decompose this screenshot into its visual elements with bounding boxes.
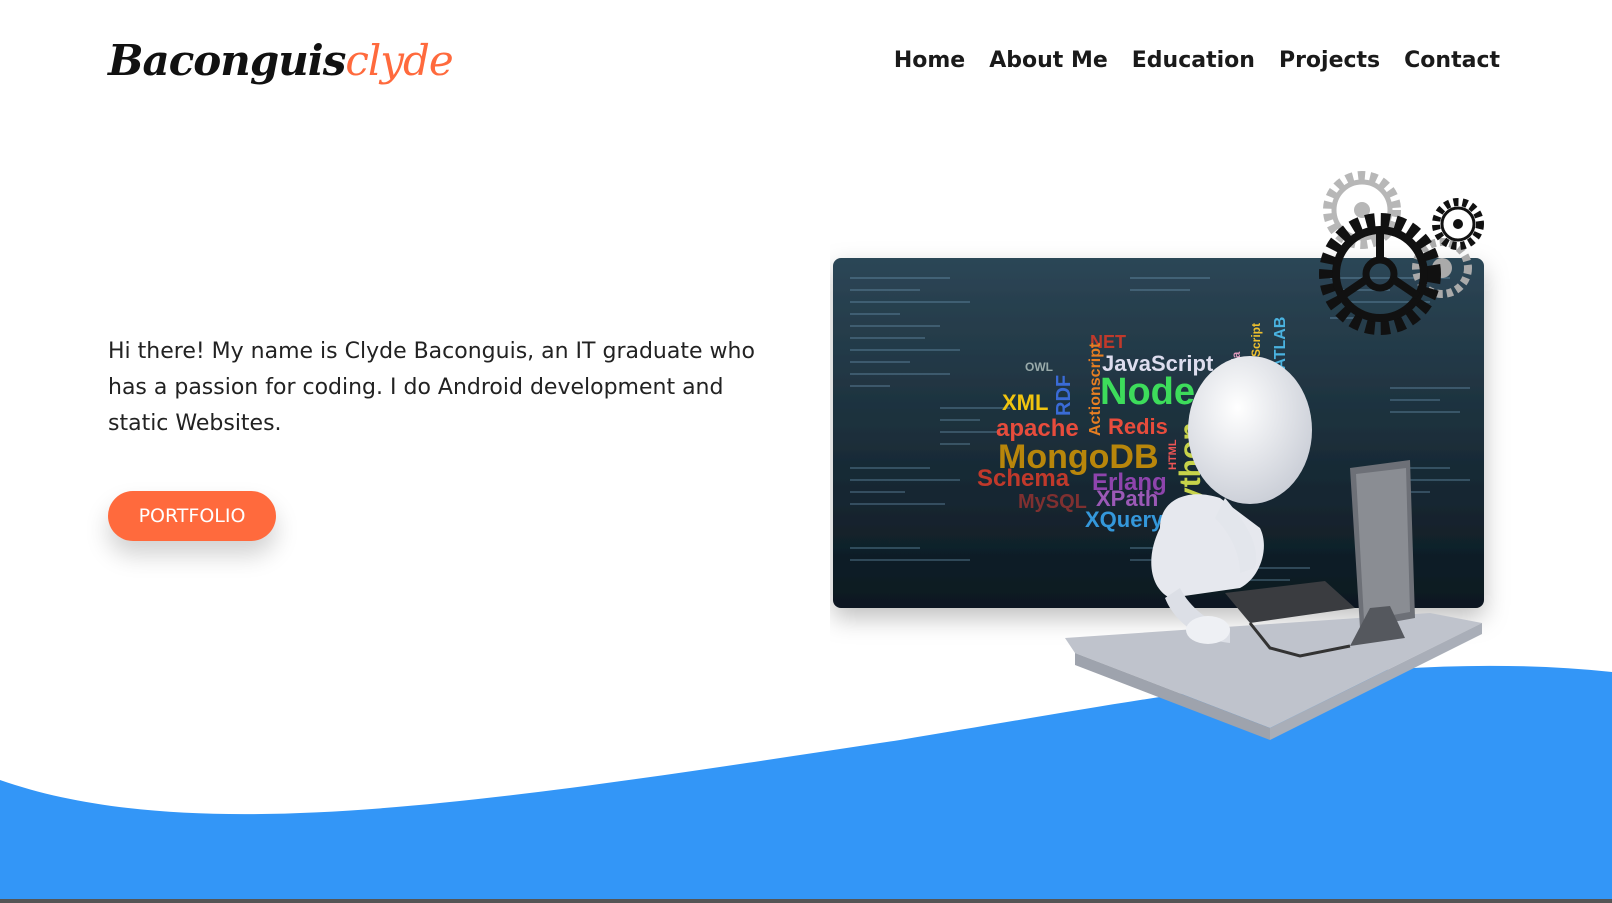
svg-text:MySQL: MySQL [1018,491,1087,513]
svg-text:OWL: OWL [1025,360,1053,374]
nav-about-me[interactable]: About Me [989,48,1108,73]
hero-illustration: OWL NET JavaScript Node.js XML RDF Actio… [833,171,1484,740]
brand-logo[interactable]: Baconguisclyde [108,36,454,85]
svg-text:XQuery: XQuery [1085,507,1164,532]
svg-text:XML: XML [1002,390,1048,415]
portfolio-button[interactable]: PORTFOLIO [108,491,276,541]
hero-intro-text: Hi there! My name is Clyde Baconguis, an… [108,339,755,436]
nav-contact[interactable]: Contact [1404,48,1500,73]
main-nav: Home About Me Education Projects Contact [894,48,1500,73]
nav-home[interactable]: Home [894,48,965,73]
svg-text:Redis: Redis [1108,414,1168,439]
svg-text:Actionscript: Actionscript [1087,342,1104,436]
nav-projects[interactable]: Projects [1279,48,1380,73]
brand-name: Baconguis [108,36,346,85]
svg-text:RDF: RDF [1053,375,1075,416]
svg-text:Schema: Schema [977,465,1070,492]
brand-accent: clyde [345,36,453,85]
svg-text:HTML: HTML [1167,439,1179,470]
nav-education[interactable]: Education [1132,48,1255,73]
